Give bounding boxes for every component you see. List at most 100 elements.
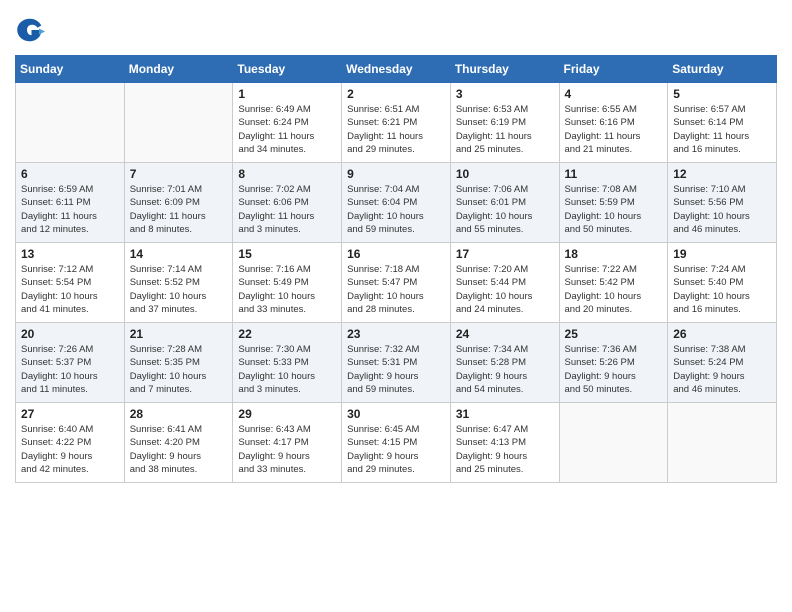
day-info: Sunrise: 6:41 AM Sunset: 4:20 PM Dayligh… — [130, 423, 228, 476]
calendar-cell: 19 Sunrise: 7:24 AM Sunset: 5:40 PM Dayli… — [668, 243, 777, 323]
calendar-cell: 16 Sunrise: 7:18 AM Sunset: 5:47 PM Dayli… — [342, 243, 451, 323]
week-row-3: 13 Sunrise: 7:12 AM Sunset: 5:54 PM Dayli… — [16, 243, 777, 323]
week-row-2: 6 Sunrise: 6:59 AM Sunset: 6:11 PM Daylig… — [16, 163, 777, 243]
calendar-cell: 23Sunrise: 7:32 AM Sunset: 5:31 PM Dayli… — [342, 323, 451, 403]
day-number: 25 — [565, 327, 663, 341]
day-number: 12 — [673, 167, 771, 181]
day-number: 8 — [238, 167, 336, 181]
day-number: 17 — [456, 247, 554, 261]
day-info: Sunrise: 7:14 AM Sunset: 5:52 PM Dayligh… — [130, 263, 228, 316]
logo-icon — [15, 15, 45, 45]
day-info: Sunrise: 7:28 AM Sunset: 5:35 PM Dayligh… — [130, 343, 228, 396]
day-number: 30 — [347, 407, 445, 421]
day-number: 7 — [130, 167, 228, 181]
day-info: Sunrise: 7:34 AM Sunset: 5:28 PM Dayligh… — [456, 343, 554, 396]
day-info: Sunrise: 6:45 AM Sunset: 4:15 PM Dayligh… — [347, 423, 445, 476]
day-info: Sunrise: 7:22 AM Sunset: 5:42 PM Dayligh… — [565, 263, 663, 316]
calendar-cell — [668, 403, 777, 483]
day-info: Sunrise: 6:40 AM Sunset: 4:22 PM Dayligh… — [21, 423, 119, 476]
calendar-cell: 13 Sunrise: 7:12 AM Sunset: 5:54 PM Dayli… — [16, 243, 125, 323]
calendar-table: SundayMondayTuesdayWednesdayThursdayFrid… — [15, 55, 777, 483]
day-number: 22 — [238, 327, 336, 341]
calendar-cell: 3 Sunrise: 6:53 AM Sunset: 6:19 PM Daylig… — [450, 83, 559, 163]
day-number: 27 — [21, 407, 119, 421]
day-info: Sunrise: 6:43 AM Sunset: 4:17 PM Dayligh… — [238, 423, 336, 476]
day-number: 11 — [565, 167, 663, 181]
calendar-cell: 21 Sunrise: 7:28 AM Sunset: 5:35 PM Dayli… — [124, 323, 233, 403]
calendar-cell: 4 Sunrise: 6:55 AM Sunset: 6:16 PM Daylig… — [559, 83, 668, 163]
day-number: 23 — [347, 327, 445, 341]
calendar-cell: 17Sunrise: 7:20 AM Sunset: 5:44 PM Dayli… — [450, 243, 559, 323]
day-info: Sunrise: 7:12 AM Sunset: 5:54 PM Dayligh… — [21, 263, 119, 316]
calendar-cell: 7 Sunrise: 7:01 AM Sunset: 6:09 PM Daylig… — [124, 163, 233, 243]
calendar-cell — [559, 403, 668, 483]
calendar-cell: 9 Sunrise: 7:04 AM Sunset: 6:04 PM Daylig… — [342, 163, 451, 243]
calendar-cell: 2 Sunrise: 6:51 AM Sunset: 6:21 PM Daylig… — [342, 83, 451, 163]
calendar-cell: 31Sunrise: 6:47 AM Sunset: 4:13 PM Dayli… — [450, 403, 559, 483]
day-number: 28 — [130, 407, 228, 421]
weekday-header-tuesday: Tuesday — [233, 56, 342, 83]
day-info: Sunrise: 7:26 AM Sunset: 5:37 PM Dayligh… — [21, 343, 119, 396]
calendar-cell: 26Sunrise: 7:38 AM Sunset: 5:24 PM Dayli… — [668, 323, 777, 403]
day-number: 31 — [456, 407, 554, 421]
calendar-cell: 1 Sunrise: 6:49 AM Sunset: 6:24 PM Daylig… — [233, 83, 342, 163]
day-number: 6 — [21, 167, 119, 181]
day-info: Sunrise: 7:36 AM Sunset: 5:26 PM Dayligh… — [565, 343, 663, 396]
day-info: Sunrise: 6:51 AM Sunset: 6:21 PM Dayligh… — [347, 103, 445, 156]
calendar-cell — [124, 83, 233, 163]
day-number: 24 — [456, 327, 554, 341]
day-info: Sunrise: 7:06 AM Sunset: 6:01 PM Dayligh… — [456, 183, 554, 236]
day-number: 19 — [673, 247, 771, 261]
day-number: 15 — [238, 247, 336, 261]
day-number: 4 — [565, 87, 663, 101]
day-info: Sunrise: 7:04 AM Sunset: 6:04 PM Dayligh… — [347, 183, 445, 236]
day-number: 21 — [130, 327, 228, 341]
day-number: 5 — [673, 87, 771, 101]
calendar-cell: 30 Sunrise: 6:45 AM Sunset: 4:15 PM Dayli… — [342, 403, 451, 483]
day-number: 14 — [130, 247, 228, 261]
day-number: 2 — [347, 87, 445, 101]
week-row-4: 20Sunrise: 7:26 AM Sunset: 5:37 PM Dayli… — [16, 323, 777, 403]
day-info: Sunrise: 7:30 AM Sunset: 5:33 PM Dayligh… — [238, 343, 336, 396]
day-number: 26 — [673, 327, 771, 341]
day-info: Sunrise: 7:08 AM Sunset: 5:59 PM Dayligh… — [565, 183, 663, 236]
day-info: Sunrise: 6:53 AM Sunset: 6:19 PM Dayligh… — [456, 103, 554, 156]
day-info: Sunrise: 6:57 AM Sunset: 6:14 PM Dayligh… — [673, 103, 771, 156]
weekday-header-friday: Friday — [559, 56, 668, 83]
calendar-cell: 25 Sunrise: 7:36 AM Sunset: 5:26 PM Dayli… — [559, 323, 668, 403]
calendar-cell: 5 Sunrise: 6:57 AM Sunset: 6:14 PM Daylig… — [668, 83, 777, 163]
day-number: 13 — [21, 247, 119, 261]
day-info: Sunrise: 7:02 AM Sunset: 6:06 PM Dayligh… — [238, 183, 336, 236]
calendar-cell: 18 Sunrise: 7:22 AM Sunset: 5:42 PM Dayli… — [559, 243, 668, 323]
day-info: Sunrise: 6:49 AM Sunset: 6:24 PM Dayligh… — [238, 103, 336, 156]
day-info: Sunrise: 7:24 AM Sunset: 5:40 PM Dayligh… — [673, 263, 771, 316]
calendar-cell — [16, 83, 125, 163]
calendar-cell: 28 Sunrise: 6:41 AM Sunset: 4:20 PM Dayli… — [124, 403, 233, 483]
calendar-cell: 8 Sunrise: 7:02 AM Sunset: 6:06 PM Daylig… — [233, 163, 342, 243]
day-number: 3 — [456, 87, 554, 101]
day-number: 10 — [456, 167, 554, 181]
day-number: 16 — [347, 247, 445, 261]
calendar-cell: 12 Sunrise: 7:10 AM Sunset: 5:56 PM Dayli… — [668, 163, 777, 243]
week-row-1: 1 Sunrise: 6:49 AM Sunset: 6:24 PM Daylig… — [16, 83, 777, 163]
day-info: Sunrise: 7:16 AM Sunset: 5:49 PM Dayligh… — [238, 263, 336, 316]
logo — [15, 15, 49, 45]
weekday-header-saturday: Saturday — [668, 56, 777, 83]
day-info: Sunrise: 7:10 AM Sunset: 5:56 PM Dayligh… — [673, 183, 771, 236]
day-info: Sunrise: 6:59 AM Sunset: 6:11 PM Dayligh… — [21, 183, 119, 236]
weekday-header-thursday: Thursday — [450, 56, 559, 83]
day-info: Sunrise: 7:01 AM Sunset: 6:09 PM Dayligh… — [130, 183, 228, 236]
week-row-5: 27 Sunrise: 6:40 AM Sunset: 4:22 PM Dayli… — [16, 403, 777, 483]
day-number: 9 — [347, 167, 445, 181]
day-number: 18 — [565, 247, 663, 261]
day-info: Sunrise: 6:55 AM Sunset: 6:16 PM Dayligh… — [565, 103, 663, 156]
day-number: 29 — [238, 407, 336, 421]
calendar-cell: 29 Sunrise: 6:43 AM Sunset: 4:17 PM Dayli… — [233, 403, 342, 483]
weekday-header-sunday: Sunday — [16, 56, 125, 83]
calendar-cell: 27 Sunrise: 6:40 AM Sunset: 4:22 PM Dayli… — [16, 403, 125, 483]
calendar-cell: 15 Sunrise: 7:16 AM Sunset: 5:49 PM Dayli… — [233, 243, 342, 323]
day-number: 1 — [238, 87, 336, 101]
day-info: Sunrise: 7:18 AM Sunset: 5:47 PM Dayligh… — [347, 263, 445, 316]
calendar-cell: 10 Sunrise: 7:06 AM Sunset: 6:01 PM Dayli… — [450, 163, 559, 243]
calendar-cell: 24 Sunrise: 7:34 AM Sunset: 5:28 PM Dayli… — [450, 323, 559, 403]
